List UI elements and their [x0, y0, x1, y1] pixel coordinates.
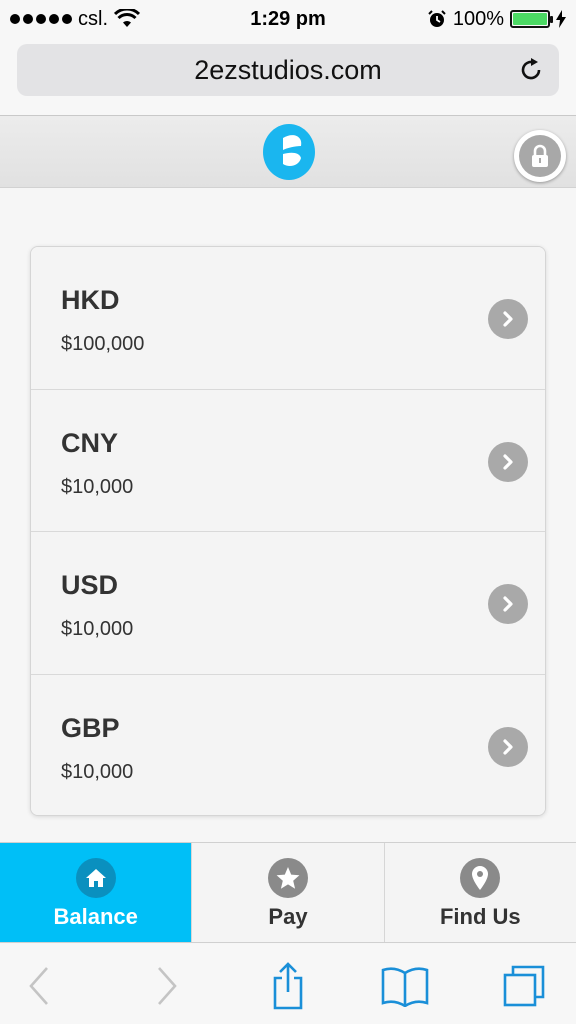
tab-label: Balance [53, 904, 138, 929]
chevron-right-icon[interactable] [488, 299, 528, 339]
battery-icon [510, 10, 553, 28]
address-bar[interactable]: 2ezstudios.com [17, 44, 559, 96]
app-logo [263, 124, 315, 180]
currency-amount: $100,000 [61, 333, 145, 355]
tab-label: Find Us [439, 904, 521, 929]
battery-percent: 100% [452, 7, 504, 30]
chevron-right-icon[interactable] [488, 441, 528, 482]
tabs-icon[interactable] [500, 962, 548, 1010]
star-icon [267, 858, 308, 898]
home-icon [75, 858, 116, 898]
balance-row-usd[interactable]: USD $10,000 [31, 532, 545, 675]
status-right: 100% [427, 8, 566, 31]
app-screen: csl. 1:29 pm 100% 2ezstudios.com HKD $10… [0, 0, 576, 1024]
forward-icon[interactable] [142, 962, 190, 1010]
signal-strength-icon [10, 14, 72, 24]
charging-bolt-icon [556, 10, 566, 28]
tab-pay[interactable]: Pay [192, 843, 385, 942]
alarm-clock-icon [428, 10, 446, 27]
balance-row-hkd[interactable]: HKD $100,000 [31, 247, 545, 390]
balance-list: HKD $100,000 CNY $10,000 USD $10,000 GBP… [30, 246, 546, 816]
share-icon[interactable] [264, 962, 312, 1010]
tab-label: Pay [268, 904, 308, 929]
reload-icon[interactable] [517, 56, 545, 84]
bookmarks-icon[interactable] [381, 962, 429, 1010]
carrier-name: csl. [78, 7, 108, 30]
location-pin-icon [460, 858, 501, 898]
wifi-icon [114, 9, 140, 27]
currency-amount: $10,000 [61, 760, 134, 783]
lock-icon [519, 135, 561, 177]
balance-row-cny[interactable]: CNY $10,000 [31, 389, 545, 532]
currency-amount: $10,000 [61, 618, 134, 640]
currency-code: USD [61, 570, 119, 600]
lock-button[interactable] [514, 130, 566, 182]
back-icon[interactable] [16, 962, 64, 1010]
address-url: 2ezstudios.com [194, 54, 382, 85]
browser-toolbar [0, 944, 576, 1024]
balance-row-gbp[interactable]: GBP $10,000 [31, 674, 545, 815]
browser-address-area: 2ezstudios.com [0, 38, 576, 116]
chevron-right-icon[interactable] [488, 584, 528, 624]
status-bar: csl. 1:29 pm 100% [0, 0, 576, 38]
tab-find-us[interactable]: Find Us [385, 843, 576, 942]
tab-bar: Balance Pay Find Us [0, 842, 576, 943]
chevron-right-icon[interactable] [488, 726, 528, 767]
currency-code: CNY [61, 427, 119, 458]
currency-code: GBP [61, 712, 120, 743]
status-left: csl. [10, 8, 140, 31]
battery-level-fill [513, 13, 547, 25]
app-header [0, 116, 576, 188]
currency-amount: $10,000 [61, 475, 134, 498]
tab-balance[interactable]: Balance [0, 843, 193, 942]
currency-code: HKD [61, 285, 120, 315]
